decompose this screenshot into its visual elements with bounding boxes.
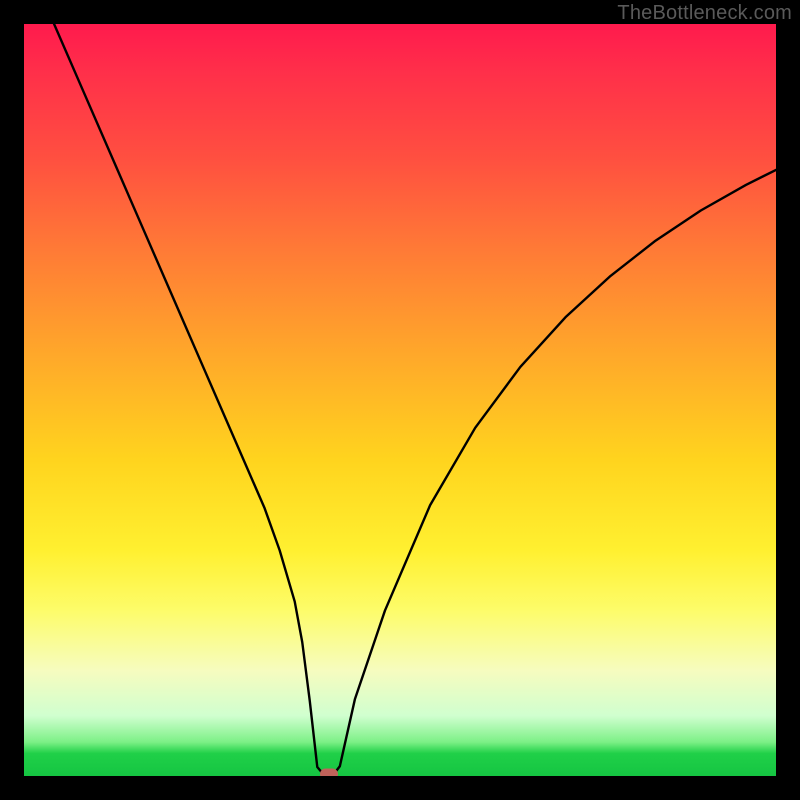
- bottleneck-curve: [24, 24, 776, 776]
- watermark-text: TheBottleneck.com: [617, 2, 792, 25]
- chart-frame: TheBottleneck.com: [0, 0, 800, 800]
- minimum-marker: [320, 768, 338, 776]
- plot-area: [24, 24, 776, 776]
